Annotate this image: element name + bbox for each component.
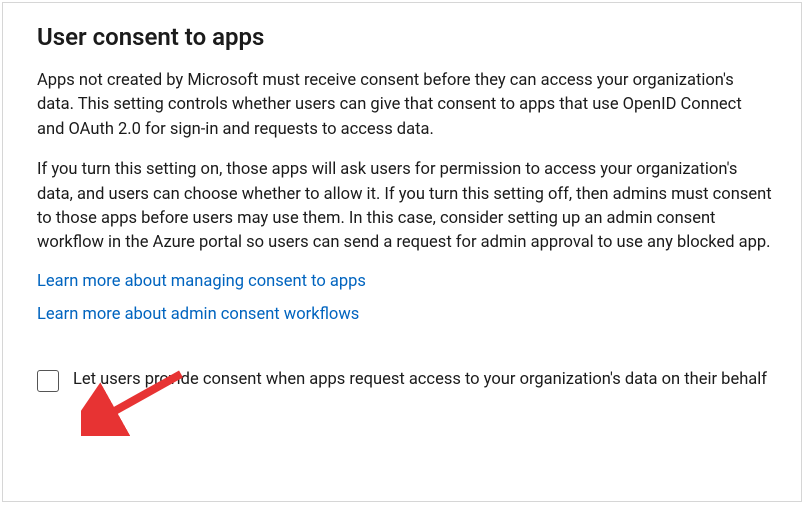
consent-checkbox[interactable]: [37, 370, 59, 392]
consent-checkbox-label: Let users provide consent when apps requ…: [73, 368, 767, 392]
section-title: User consent to apps: [37, 23, 773, 51]
learn-more-admin-workflows-link[interactable]: Learn more about admin consent workflows: [37, 305, 773, 324]
consent-checkbox-row: Let users provide consent when apps requ…: [37, 368, 773, 392]
user-consent-panel: User consent to apps Apps not created by…: [2, 2, 802, 502]
description-paragraph-2: If you turn this setting on, those apps …: [37, 158, 773, 256]
learn-more-consent-link[interactable]: Learn more about managing consent to app…: [37, 272, 773, 291]
description-paragraph-1: Apps not created by Microsoft must recei…: [37, 69, 773, 142]
